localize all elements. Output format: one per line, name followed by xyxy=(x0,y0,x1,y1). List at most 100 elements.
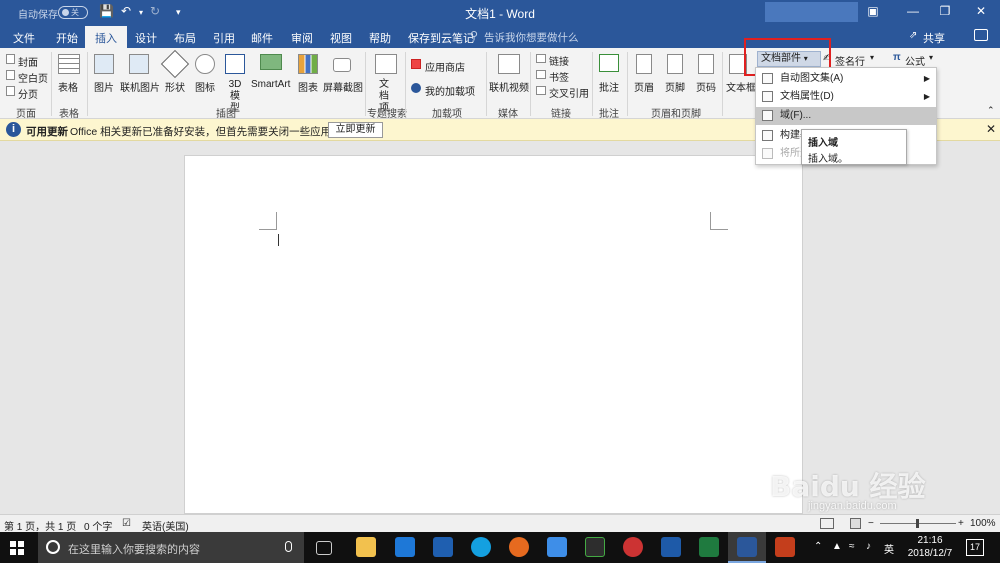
zoom-slider-thumb[interactable] xyxy=(916,519,919,528)
tab-insert[interactable]: 插入 xyxy=(85,26,127,48)
restore-icon[interactable]: ❐ xyxy=(930,4,960,18)
screenshot-icon[interactable] xyxy=(333,58,351,72)
tab-save-to-cloud[interactable]: 保存到云笔记 xyxy=(408,30,474,46)
file-explorer-icon[interactable] xyxy=(356,537,376,557)
autosave-toggle[interactable]: 关 xyxy=(58,6,88,19)
account-area[interactable] xyxy=(765,2,858,22)
ribbon-display-options-icon[interactable]: ▣ xyxy=(858,4,888,18)
ime-indicator[interactable]: 英 xyxy=(884,541,894,556)
doc-item-icon[interactable] xyxy=(375,54,397,74)
tab-review[interactable]: 审阅 xyxy=(291,30,313,46)
blank-page-button[interactable]: 空白页 xyxy=(18,70,48,85)
task-view-icon[interactable] xyxy=(316,541,332,555)
header-button[interactable]: 页眉 xyxy=(634,79,654,94)
tab-layout[interactable]: 布局 xyxy=(174,30,196,46)
note-app-icon[interactable] xyxy=(547,537,567,557)
tab-design[interactable]: 设计 xyxy=(135,30,157,46)
table-icon[interactable] xyxy=(58,54,80,74)
online-picture-icon[interactable] xyxy=(129,54,149,74)
document-page[interactable] xyxy=(184,155,803,514)
cover-page-button[interactable]: 封面 xyxy=(18,54,38,69)
header-icon[interactable] xyxy=(636,54,652,74)
update-now-button[interactable]: 立即更新 xyxy=(328,122,383,138)
redo-icon[interactable]: ↻ xyxy=(150,4,160,18)
close-icon[interactable]: ✕ xyxy=(966,4,996,18)
tab-mailings[interactable]: 邮件 xyxy=(251,30,273,46)
zoom-out-icon[interactable]: − xyxy=(868,518,874,529)
footer-button[interactable]: 页脚 xyxy=(665,79,685,94)
excel-icon[interactable] xyxy=(699,537,719,557)
shapes-button[interactable]: 形状 xyxy=(165,79,185,94)
link-button[interactable]: 链接 xyxy=(549,53,569,68)
page-break-button[interactable]: 分页 xyxy=(18,86,38,101)
online-video-icon[interactable] xyxy=(498,54,520,74)
online-picture-button[interactable]: 联机图片 xyxy=(120,79,160,94)
save-icon[interactable]: 💾 xyxy=(99,4,114,18)
tell-me-input[interactable]: 告诉我你想要做什么 xyxy=(484,30,579,45)
store-button[interactable]: 应用商店 xyxy=(425,59,465,74)
share-icon[interactable]: ⇗ xyxy=(909,30,917,41)
active-word-taskbar[interactable] xyxy=(728,532,766,563)
close-notification-icon[interactable]: ✕ xyxy=(986,122,996,136)
comments-icon[interactable] xyxy=(974,29,988,41)
icons-icon[interactable] xyxy=(195,54,215,74)
language-indicator[interactable]: 英语(美国) xyxy=(142,518,189,533)
signature-line-button[interactable]: 签名行 xyxy=(835,53,865,68)
table-button[interactable]: 表格 xyxy=(58,79,78,94)
powerpoint-icon[interactable] xyxy=(775,537,795,557)
tab-home[interactable]: 开始 xyxy=(56,30,78,46)
cross-reference-button[interactable]: 交叉引用 xyxy=(549,85,589,100)
zoom-level[interactable]: 100% xyxy=(970,518,996,529)
menu-item-field[interactable]: 域(F)... xyxy=(756,107,936,125)
undo-dropdown-icon[interactable]: ▾ xyxy=(139,8,143,17)
icons-button[interactable]: 图标 xyxy=(195,79,215,94)
print-layout-icon[interactable] xyxy=(850,518,861,529)
footer-icon[interactable] xyxy=(667,54,683,74)
share-button[interactable]: 共享 xyxy=(923,30,945,46)
bookmark-button[interactable]: 书签 xyxy=(549,69,569,84)
wifi-icon[interactable]: ≈ xyxy=(849,541,855,552)
chevron-down-icon[interactable]: ▾ xyxy=(929,53,933,62)
chart-button[interactable]: 图表 xyxy=(298,79,318,94)
customize-qat-icon[interactable]: ▾ xyxy=(176,7,181,18)
taskbar-search-box[interactable]: 在这里输入你要搜索的内容 xyxy=(38,532,304,563)
page-number-icon[interactable] xyxy=(698,54,714,74)
vim-icon[interactable] xyxy=(585,537,605,557)
page-number-button[interactable]: 页码 xyxy=(696,79,716,94)
system-clock[interactable]: 21:16 2018/12/7 xyxy=(902,534,958,560)
firefox-icon[interactable] xyxy=(509,537,529,557)
menu-item-autotext[interactable]: 自动图文集(A) ▶ xyxy=(756,70,936,88)
action-center-icon[interactable]: 17 xyxy=(966,539,984,556)
picture-button[interactable]: 图片 xyxy=(94,79,114,94)
picture-icon[interactable] xyxy=(94,54,114,74)
online-video-button[interactable]: 联机视频 xyxy=(489,79,529,94)
collapse-ribbon-icon[interactable]: ⌃ xyxy=(987,105,995,116)
tab-view[interactable]: 视图 xyxy=(330,30,352,46)
outlook-icon[interactable] xyxy=(433,537,453,557)
windows-start-icon[interactable] xyxy=(10,541,24,555)
chart-icon[interactable] xyxy=(298,54,318,74)
equation-button[interactable]: 公式 xyxy=(905,53,925,68)
undo-icon[interactable]: ↶ xyxy=(121,4,131,18)
my-addins-button[interactable]: 我的加载项 xyxy=(425,83,475,98)
menu-item-doc-property[interactable]: 文档属性(D) ▶ xyxy=(756,88,936,106)
textbox-button[interactable]: 文本框 xyxy=(726,79,756,94)
powershell-icon[interactable] xyxy=(661,537,681,557)
read-mode-icon[interactable] xyxy=(820,518,834,529)
tab-help[interactable]: 帮助 xyxy=(369,30,391,46)
volume-icon[interactable]: ♪ xyxy=(866,541,871,552)
microphone-icon[interactable] xyxy=(285,541,292,552)
3d-model-icon[interactable] xyxy=(225,54,245,74)
minimize-icon[interactable]: — xyxy=(898,4,928,18)
comment-icon[interactable] xyxy=(599,54,619,72)
snail-app-icon[interactable] xyxy=(623,537,643,557)
skype-icon[interactable] xyxy=(471,537,491,557)
screenshot-button[interactable]: 屏幕截图 xyxy=(323,79,363,94)
new-comment-button[interactable]: 批注 xyxy=(599,79,619,94)
proofing-icon[interactable]: ☑ xyxy=(122,518,131,529)
shapes-icon[interactable] xyxy=(160,49,190,79)
page-count[interactable]: 第 1 页，共 1 页 xyxy=(4,518,76,533)
word-count[interactable]: 0 个字 xyxy=(84,518,112,533)
tray-expand-icon[interactable]: ⌃ xyxy=(814,541,822,552)
tab-references[interactable]: 引用 xyxy=(213,30,235,46)
